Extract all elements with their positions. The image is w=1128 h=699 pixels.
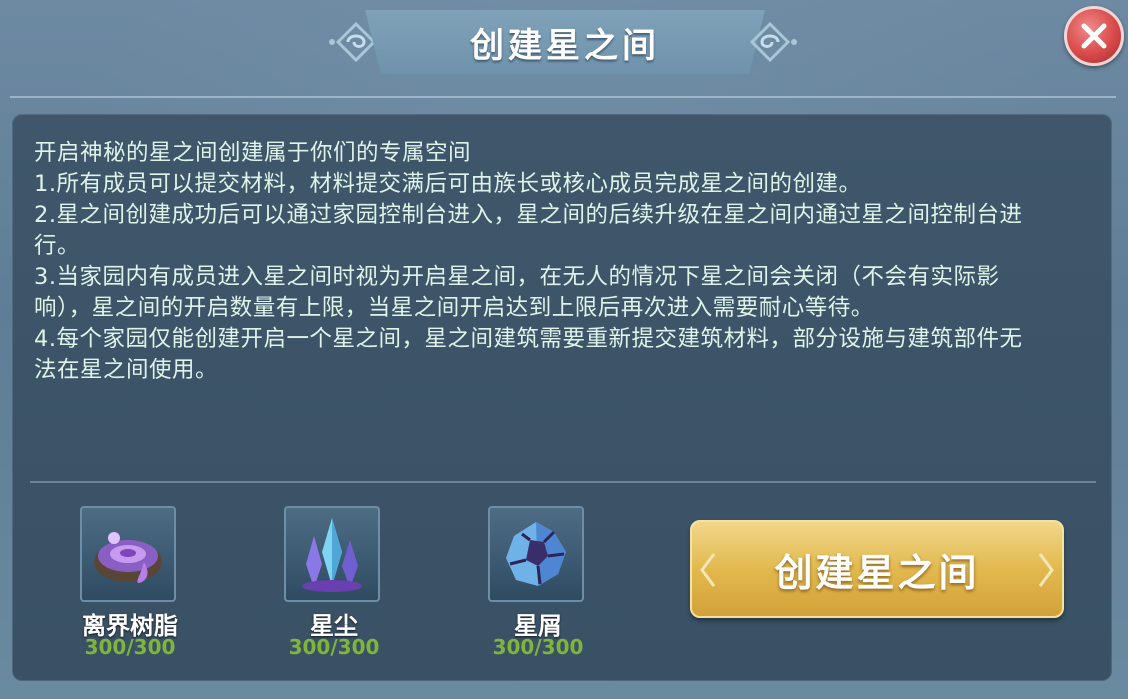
material-item-star-fragment[interactable]: 星屑 300/300 — [448, 506, 628, 659]
material-count: 300/300 — [84, 635, 176, 659]
title-banner: 创建星之间 — [365, 10, 765, 74]
button-right-notch-icon — [1038, 553, 1054, 587]
material-slot[interactable] — [488, 506, 584, 602]
dialog-title: 创建星之间 — [470, 25, 660, 66]
resin-icon — [94, 532, 162, 583]
material-item-stardust[interactable]: 星尘 300/300 — [244, 506, 424, 659]
description-rule-3: 3.当家园内有成员进入星之间时视为开启星之间，在无人的情况下星之间会关闭（不会有… — [34, 264, 1000, 321]
description-rule-2: 2.星之间创建成功后可以通过家园控制台进入，星之间的后续升级在星之间内通过星之间… — [34, 202, 1023, 259]
material-count: 300/300 — [492, 635, 584, 659]
star-fragment-icon — [506, 522, 566, 586]
right-ornament-icon — [749, 21, 797, 63]
button-left-notch-icon — [700, 553, 716, 587]
material-slot[interactable] — [284, 506, 380, 602]
description-rule-1: 1.所有成员可以提交材料，材料提交满后可由族长或核心成员完成星之间的创建。 — [34, 171, 862, 197]
content-panel: 开启神秘的星之间创建属于你们的专属空间 1.所有成员可以提交材料，材料提交满后可… — [12, 114, 1112, 681]
material-count: 300/300 — [288, 635, 380, 659]
close-button[interactable] — [1064, 6, 1124, 66]
close-icon — [1081, 23, 1107, 49]
description-intro: 开启神秘的星之间创建属于你们的专属空间 — [34, 140, 472, 166]
create-star-room-button[interactable]: 创建星之间 — [690, 520, 1064, 618]
material-item-resin[interactable]: 离界树脂 300/300 — [40, 506, 220, 659]
header-divider — [10, 96, 1116, 98]
description-rule-4: 4.每个家园仅能创建开启一个星之间，星之间建筑需要重新提交建筑材料，部分设施与建… — [34, 326, 1023, 383]
panel-divider — [30, 481, 1096, 483]
material-slot[interactable] — [80, 506, 176, 602]
crystal-icon — [302, 518, 362, 592]
create-button-label: 创建星之间 — [774, 550, 980, 595]
description-text: 开启神秘的星之间创建属于你们的专属空间 1.所有成员可以提交材料，材料提交满后可… — [34, 138, 1044, 386]
